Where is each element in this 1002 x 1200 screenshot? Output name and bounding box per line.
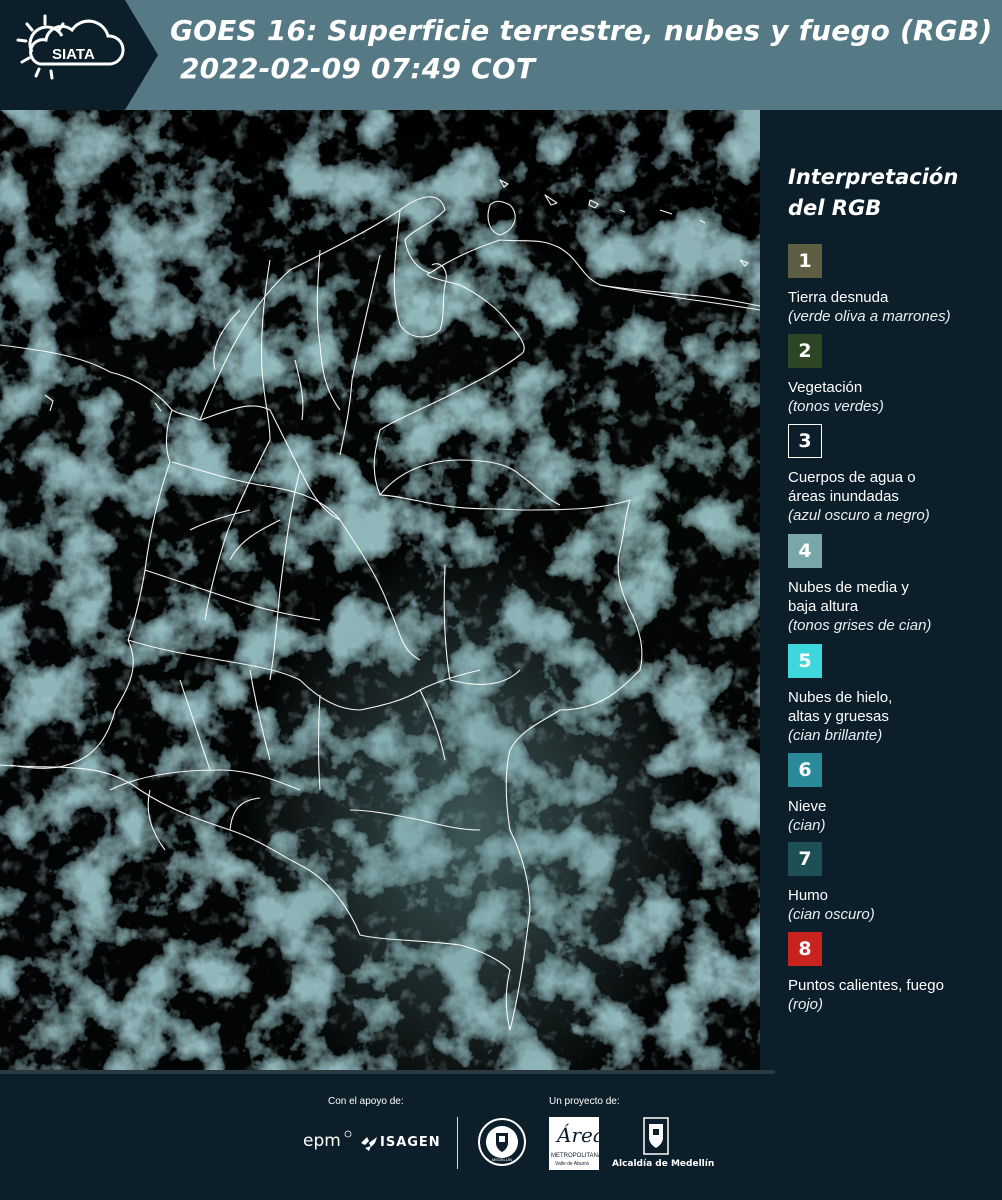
- legend-note-2: (tonos verdes): [788, 398, 884, 415]
- legend-label-1: Tierra desnuda: [788, 289, 889, 306]
- legend-swatch-1: 1: [788, 244, 822, 278]
- page-title: GOES 16: Superficie terrestre, nubes y f…: [170, 14, 993, 47]
- legend-item-8: 8 Puntos calientes, fuego (rojo): [788, 932, 998, 1014]
- legend-label-3: Cuerpos de agua o áreas inundadas: [788, 469, 916, 505]
- legend-swatch-8: 8: [788, 932, 822, 966]
- legend-swatch-2: 2: [788, 334, 822, 368]
- legend-note-3: (azul oscuro a negro): [788, 507, 930, 524]
- footer: Con el apoyo de: Un proyecto de: epm ISA…: [0, 1070, 1002, 1200]
- support-label: Con el apoyo de:: [328, 1096, 404, 1107]
- isagen-icon: [361, 1137, 377, 1151]
- medellin-seal: MEDELLÍN: [478, 1118, 526, 1166]
- legend-note-1: (verde oliva a marrones): [788, 308, 951, 325]
- legend-item-6: 6 Nieve (cian): [788, 753, 998, 835]
- area-logo-sub2: Valle de Aburrá: [555, 1161, 589, 1167]
- legend-swatch-5: 5: [788, 644, 822, 678]
- satellite-image: [0, 110, 761, 1070]
- logo-panel: SIATA: [0, 0, 160, 110]
- siata-logo: SIATA: [0, 0, 158, 110]
- area-logo-sub1: METROPOLITANA: [551, 1153, 602, 1159]
- legend-note-4: (tonos grises de cian): [788, 617, 932, 634]
- legend-title: Interpretación del RGB: [788, 165, 959, 220]
- legend-label-2: Vegetación: [788, 379, 863, 396]
- timestamp: 2022-02-09 07:49 COT: [170, 52, 536, 85]
- project-label: Un proyecto de:: [549, 1096, 620, 1107]
- legend-panel: Interpretación del RGB 1 Tierra desnuda …: [760, 110, 1002, 1070]
- satellite-map[interactable]: [0, 110, 761, 1070]
- registered-icon: [344, 1130, 352, 1138]
- legend-item-7: 7 Humo (cian oscuro): [788, 842, 998, 924]
- legend-swatch-7: 7: [788, 842, 822, 876]
- header: SIATA GOES 16: Superficie terrestre, nub…: [0, 0, 1002, 110]
- legend-note-7: (cian oscuro): [788, 906, 875, 923]
- legend-item-3: 3 Cuerpos de agua o áreas inundadas (azu…: [788, 424, 998, 525]
- legend-label-8: Puntos calientes, fuego: [788, 977, 944, 994]
- alcaldia-logo: Alcaldía de Medellín: [612, 1159, 715, 1169]
- legend-swatch-3: 3: [788, 424, 822, 458]
- legend-swatch-6: 6: [788, 753, 822, 787]
- legend-item-4: 4 Nubes de media y baja altura (tonos gr…: [788, 534, 998, 635]
- legend-note-5: (cian brillante): [788, 727, 883, 744]
- alcaldia-shield-icon: [643, 1117, 669, 1155]
- legend-item-1: 1 Tierra desnuda (verde oliva a marrones…: [788, 244, 998, 326]
- title-block: GOES 16: Superficie terrestre, nubes y f…: [170, 12, 1000, 88]
- area-metropolitana-logo: Área METROPOLITANA Valle de Aburrá: [549, 1117, 605, 1170]
- svg-text:MEDELLÍN: MEDELLÍN: [492, 1157, 512, 1162]
- area-logo-text: Área: [557, 1123, 605, 1147]
- legend-label-7: Humo: [788, 887, 829, 904]
- logo-text: SIATA: [52, 46, 95, 63]
- footer-divider: [457, 1117, 458, 1169]
- legend-note-6: (cian): [788, 817, 826, 834]
- epm-logo: epm: [303, 1131, 341, 1151]
- legend-swatch-4: 4: [788, 534, 822, 568]
- legend-label-4: Nubes de media y baja altura: [788, 579, 909, 615]
- legend-note-8: (rojo): [788, 996, 824, 1013]
- legend-label-5: Nubes de hielo, altas y gruesas: [788, 689, 893, 725]
- legend-label-6: Nieve: [788, 798, 827, 815]
- legend-item-5: 5 Nubes de hielo, altas y gruesas (cian …: [788, 644, 998, 745]
- legend-item-2: 2 Vegetación (tonos verdes): [788, 334, 998, 416]
- footer-divider-band: [0, 1070, 775, 1074]
- isagen-logo: ISAGEN: [380, 1135, 441, 1150]
